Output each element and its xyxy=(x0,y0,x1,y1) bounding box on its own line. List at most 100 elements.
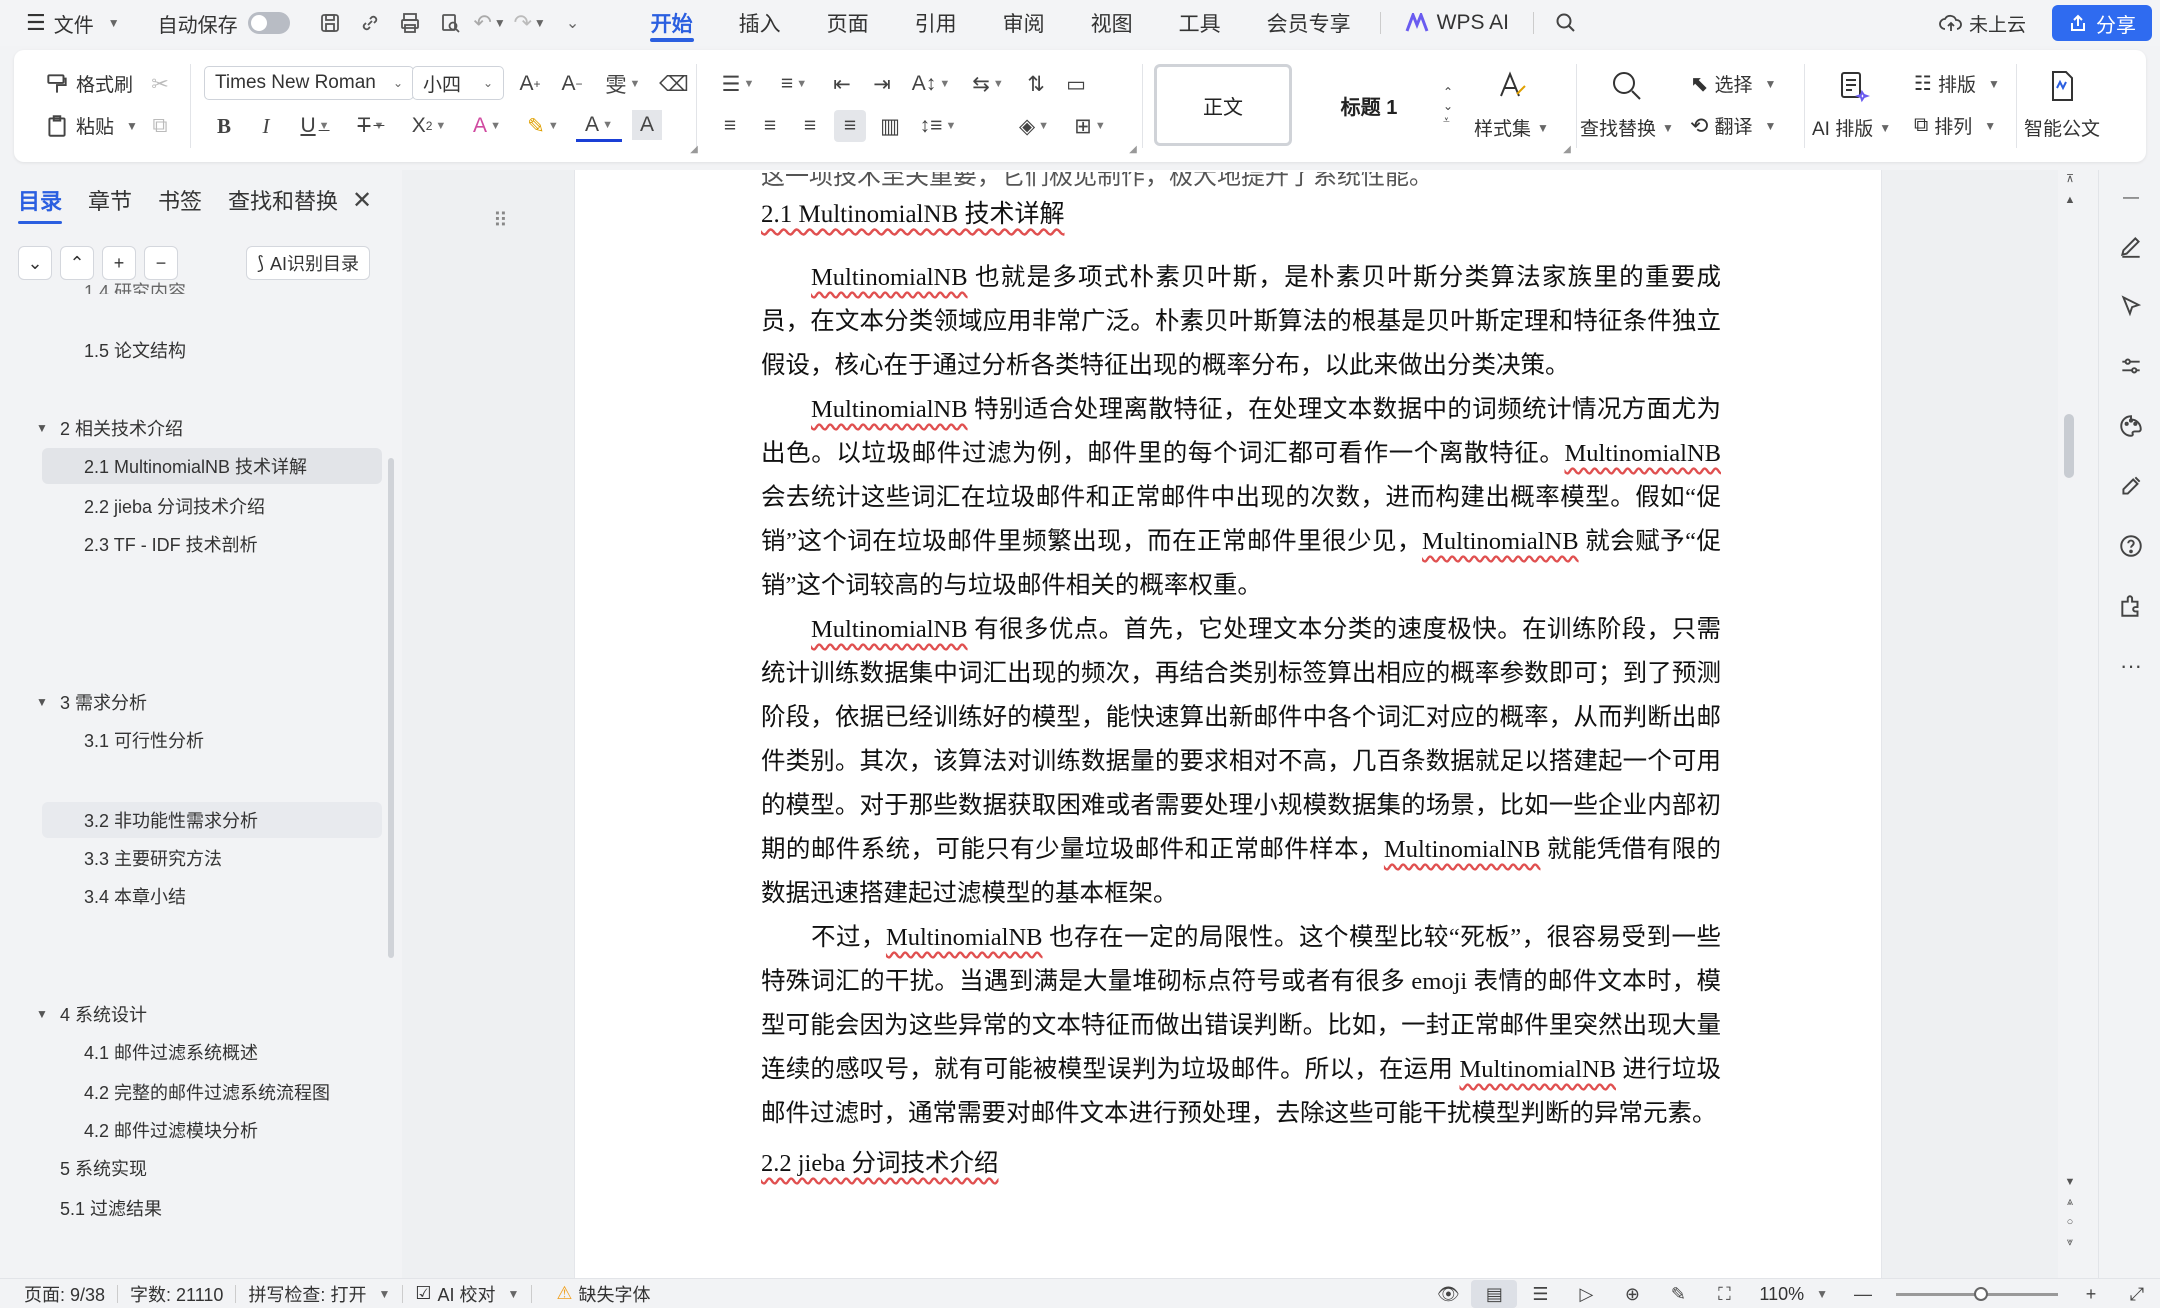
cloud-status-button[interactable]: 未上云 xyxy=(1923,10,2042,37)
theme-icon[interactable] xyxy=(2117,412,2145,440)
file-menu[interactable]: ☰ 文件 ▼ xyxy=(0,0,132,46)
border-icon[interactable]: ⊞ ▼ xyxy=(1066,110,1114,142)
select-button[interactable]: ⬉ 选择 ▼ xyxy=(1690,70,1776,97)
paste-button[interactable]: 粘贴 ▼ xyxy=(44,112,138,139)
expand-arrow-icon[interactable]: ▼ xyxy=(36,421,48,435)
line-spacing-icon[interactable]: ↕≡ ▼ xyxy=(914,110,962,142)
typesetting-button[interactable]: ☷ 排版 ▼ xyxy=(1914,70,2000,97)
paragraph[interactable]: MultinomialNB 也就是多项式朴素贝叶斯，是朴素贝叶斯分类算法家族里的… xyxy=(761,256,1721,388)
decrease-indent-icon[interactable]: ⇤ xyxy=(826,68,858,100)
ai-layout-button[interactable]: AI 排版 ▼ xyxy=(1812,68,1891,141)
tab-member[interactable]: 会员专享 xyxy=(1244,0,1374,46)
web-view-icon[interactable]: ⊕ xyxy=(1609,1284,1655,1305)
autosave-switch[interactable] xyxy=(247,12,290,34)
tab-view[interactable]: 视图 xyxy=(1068,0,1156,46)
zoom-slider-knob[interactable] xyxy=(1974,1286,1988,1301)
search-icon[interactable] xyxy=(1546,0,1586,46)
toc-item[interactable]: 3.2 非功能性需求分析 xyxy=(42,802,382,838)
missing-font-warning[interactable]: ⚠ 缺失字体 xyxy=(532,1279,662,1308)
expand-arrow-icon[interactable]: ▼ xyxy=(36,1007,48,1021)
underline-icon[interactable]: U ▼ xyxy=(292,110,338,142)
tools-icon[interactable] xyxy=(2117,472,2145,500)
toc-item[interactable]: 3.3 主要研究方法 xyxy=(0,840,384,876)
zoom-level-select[interactable]: 110% ▼ xyxy=(1747,1279,1840,1308)
more-icon[interactable]: ··· xyxy=(2117,652,2145,680)
document-body[interactable]: MultinomialNB 也就是多项式朴素贝叶斯，是朴素贝叶斯分类算法家族里的… xyxy=(761,256,1721,1186)
pen-icon[interactable] xyxy=(2117,232,2145,260)
link-icon[interactable] xyxy=(350,0,390,46)
align-right-icon[interactable]: ≡ xyxy=(794,110,826,142)
drag-handle-icon[interactable]: ⠿ xyxy=(493,208,508,233)
tab-tools[interactable]: 工具 xyxy=(1156,0,1244,46)
zoom-slider[interactable] xyxy=(1896,1286,2058,1301)
autosave-toggle[interactable]: 自动保存 xyxy=(146,0,302,46)
print-icon[interactable] xyxy=(390,0,430,46)
toc-item[interactable]: 2.3 TF - IDF 技术剖析 xyxy=(0,526,384,562)
format-painter-button[interactable]: 格式刷 xyxy=(44,70,133,97)
text-effect-icon[interactable]: A ▼ xyxy=(464,110,510,142)
zoom-out-icon[interactable]: — xyxy=(1840,1284,1886,1305)
grow-font-icon[interactable]: A + xyxy=(514,68,546,100)
distributed-icon[interactable]: ▥ xyxy=(874,110,906,142)
arrange-button[interactable]: ⧉ 排列 ▼ xyxy=(1914,112,1996,139)
line-break-icon[interactable]: ⇆ ▼ xyxy=(964,68,1012,100)
print-preview-icon[interactable] xyxy=(430,0,470,46)
save-icon[interactable] xyxy=(310,0,350,46)
toc-item[interactable]: ▼ 2 相关技术介绍 xyxy=(0,410,384,446)
style-heading1[interactable]: 标题 1 xyxy=(1302,64,1436,146)
nav-tab-toc[interactable]: 目录 xyxy=(18,184,63,224)
write-mode-icon[interactable]: ✎ xyxy=(1655,1284,1701,1305)
toc-item[interactable]: 2.2 jieba 分词技术介绍 xyxy=(0,488,384,524)
toc-item[interactable]: 1.5 论文结构 xyxy=(0,332,384,368)
vertical-scrollbar[interactable]: ⊼ ▲ ▼ ⩓ ○ ⩔ xyxy=(2058,170,2098,1278)
toc-item[interactable]: ▼ 3 需求分析 xyxy=(0,684,384,720)
cut-icon[interactable]: ✂ xyxy=(146,70,174,98)
nav-tab-sections[interactable]: 章节 xyxy=(88,184,132,224)
expand-arrow-icon[interactable]: ▼ xyxy=(36,695,48,709)
scroll-top-icon[interactable]: ⊼ xyxy=(2062,172,2078,185)
share-button[interactable]: 分享 xyxy=(2052,5,2152,41)
outline-view-icon[interactable]: ☰ xyxy=(1517,1284,1563,1305)
smart-doc-button[interactable]: 智能公文 xyxy=(2024,68,2100,141)
paragraph[interactable]: MultinomialNB 有很多优点。首先，它处理文本分类的速度极快。在训练阶… xyxy=(761,608,1721,916)
toc-item[interactable]: 1.4 研究内容 xyxy=(0,270,384,294)
tab-references[interactable]: 引用 xyxy=(892,0,980,46)
superscript-icon[interactable]: X 2 ▼ xyxy=(404,110,454,142)
char-shading-icon[interactable]: A xyxy=(632,110,662,140)
toc-item[interactable]: 4.2 邮件过滤模块分析 xyxy=(0,1112,384,1148)
heading-2-2[interactable]: 2.2 jieba 分词技术介绍 xyxy=(761,1142,1721,1186)
clear-format-icon[interactable]: ⌫ xyxy=(658,68,690,100)
toc-item[interactable]: 5.1 过滤结果 xyxy=(0,1190,384,1226)
toc-item[interactable]: 5 系统实现 xyxy=(0,1150,384,1186)
italic-icon[interactable]: I xyxy=(250,110,282,142)
text-direction-icon[interactable]: A↕ ▼ xyxy=(906,68,956,100)
toc-item[interactable]: 4.1 邮件过滤系统概述 xyxy=(0,1034,384,1070)
previous-page-icon[interactable]: ⩓ xyxy=(2062,1196,2078,1209)
font-color-icon[interactable]: A ▼ xyxy=(576,110,622,142)
browse-object-icon[interactable]: ○ xyxy=(2062,1216,2078,1228)
phonetic-guide-icon[interactable]: 雯 ▼ xyxy=(598,68,648,100)
next-page-icon[interactable]: ⩔ xyxy=(2062,1236,2078,1249)
bold-icon[interactable]: B xyxy=(208,110,240,142)
tab-review[interactable]: 审阅 xyxy=(980,0,1068,46)
nav-tab-find[interactable]: 查找和替换 xyxy=(228,184,338,224)
adjust-icon[interactable] xyxy=(2117,352,2145,380)
play-icon[interactable]: ▷ xyxy=(1563,1284,1609,1305)
style-normal[interactable]: 正文 xyxy=(1154,64,1292,146)
nav-tab-bookmarks[interactable]: 书签 xyxy=(158,184,202,224)
word-count[interactable]: 字数: 21110 xyxy=(118,1279,235,1308)
toc-item[interactable]: ▼ 4 系统设计 xyxy=(0,996,384,1032)
toc-item[interactable]: 3.1 可行性分析 xyxy=(0,722,384,758)
page-indicator[interactable]: 页面: 9/38 xyxy=(0,1279,117,1308)
align-left-icon[interactable]: ≡ xyxy=(714,110,746,142)
bullet-list-icon[interactable]: ☰ ▼ xyxy=(714,68,762,100)
redo-icon[interactable]: ↷ ▼ xyxy=(510,0,550,46)
strikethrough-icon[interactable]: T ▼ xyxy=(348,110,394,142)
sort-icon[interactable]: ⇅ xyxy=(1020,68,1052,100)
toc-item[interactable]: 4.2 完整的邮件过滤系统流程图 xyxy=(0,1074,384,1110)
plugin-icon[interactable] xyxy=(2117,592,2145,620)
select-cursor-icon[interactable] xyxy=(2117,292,2145,320)
nav-scrollbar[interactable] xyxy=(388,458,394,958)
tab-insert[interactable]: 插入 xyxy=(716,0,804,46)
shrink-font-icon[interactable]: A − xyxy=(556,68,588,100)
